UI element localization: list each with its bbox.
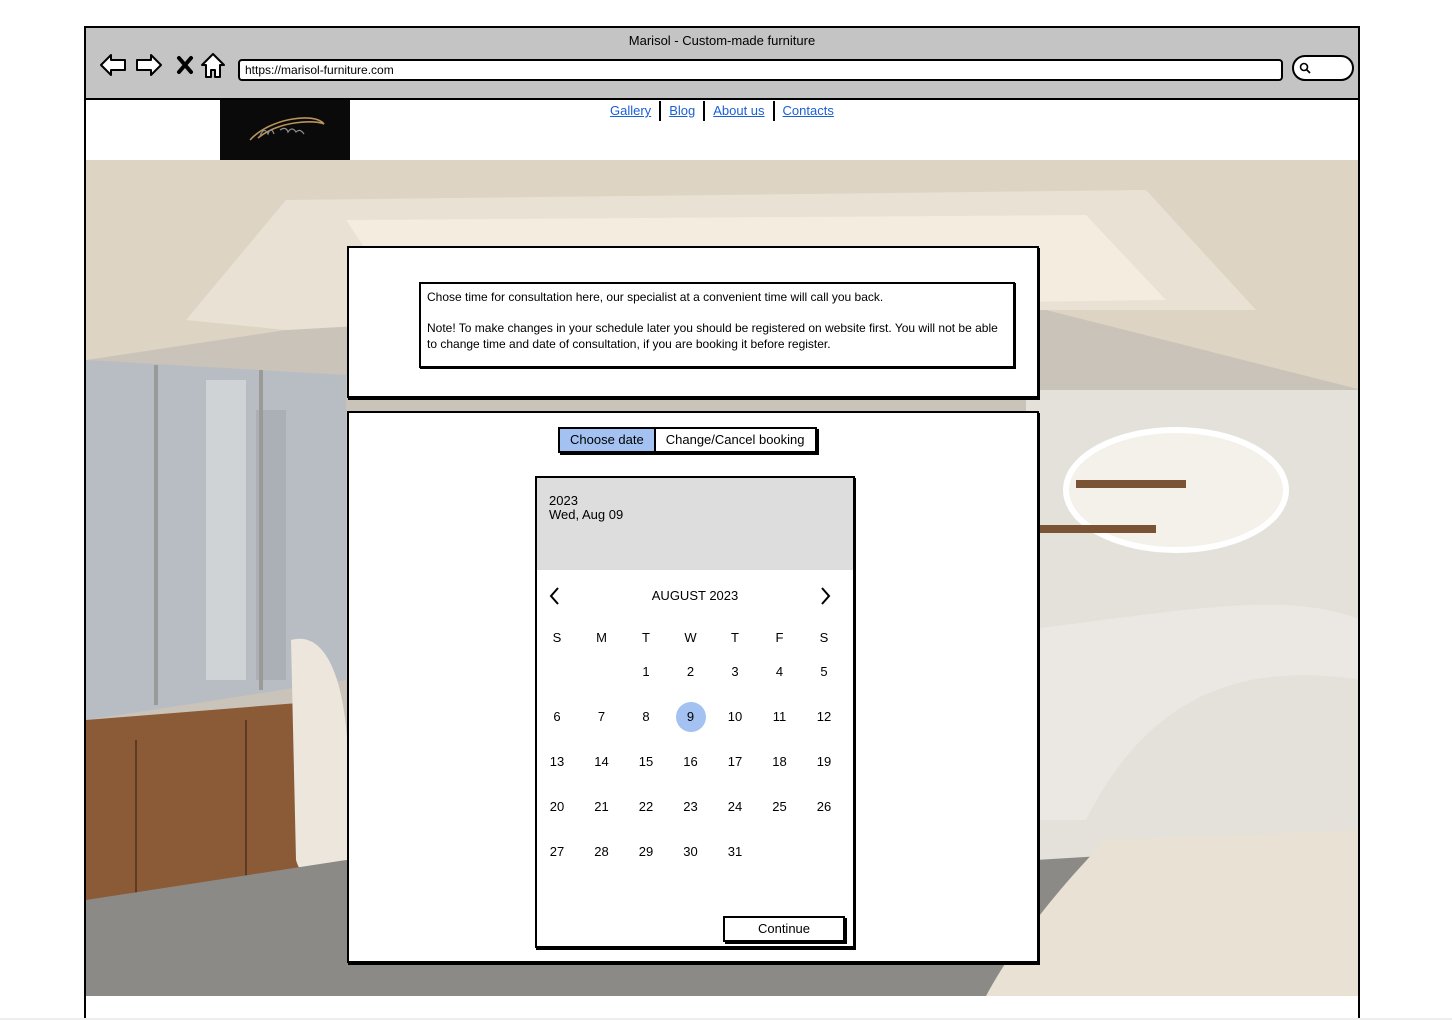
weekday-header: M — [596, 630, 607, 645]
weekday-header: S — [819, 630, 829, 645]
calendar-day[interactable]: 14 — [587, 747, 617, 777]
calendar-day[interactable]: 23 — [676, 792, 706, 822]
calendar-day[interactable]: 22 — [631, 792, 661, 822]
site-header: Gallery Blog About us Contacts — [86, 100, 1358, 160]
calendar-day[interactable]: 15 — [631, 747, 661, 777]
booking-tabs: Choose date Change/Cancel booking — [558, 427, 817, 453]
calendar-day[interactable]: 2 — [676, 657, 706, 687]
calendar-day[interactable]: 20 — [542, 792, 572, 822]
calendar-day[interactable]: 17 — [720, 747, 750, 777]
booking-panel: Choose date Change/Cancel booking 2023 W… — [347, 411, 1039, 963]
date-picker-header: 2023 Wed, Aug 09 — [537, 478, 853, 570]
calendar-day[interactable]: 19 — [809, 747, 839, 777]
calendar-day[interactable]: 24 — [720, 792, 750, 822]
hero-section: Chose time for consultation here, our sp… — [86, 160, 1358, 996]
calendar-day-selected[interactable]: 9 — [675, 702, 706, 732]
weekday-header: S — [552, 630, 562, 645]
consultation-note: Chose time for consultation here, our sp… — [419, 282, 1015, 368]
selected-year: 2023 — [549, 493, 578, 508]
search-icon — [1299, 62, 1311, 74]
info-note-text: Note! To make changes in your schedule l… — [427, 321, 998, 351]
tab-choose-date[interactable]: Choose date — [560, 429, 656, 451]
home-icon[interactable] — [198, 50, 228, 80]
calendar-day[interactable]: 11 — [765, 702, 795, 732]
calendar-day[interactable]: 1 — [631, 657, 661, 687]
calendar-day[interactable]: 8 — [631, 702, 661, 732]
tab-change-cancel-booking[interactable]: Change/Cancel booking — [656, 429, 815, 451]
menu-blog-link[interactable]: Blog — [661, 101, 706, 121]
forward-arrow-icon[interactable] — [134, 50, 164, 80]
calendar-day[interactable]: 13 — [542, 747, 572, 777]
chevron-right-icon[interactable] — [815, 584, 835, 608]
marisol-logo-icon[interactable] — [220, 100, 350, 160]
calendar-day[interactable]: 3 — [720, 657, 750, 687]
calendar-day[interactable]: 10 — [720, 702, 750, 732]
weekday-header: T — [731, 630, 739, 645]
calendar-day[interactable]: 26 — [809, 792, 839, 822]
calendar-day[interactable]: 18 — [765, 747, 795, 777]
calendar-day[interactable]: 31 — [720, 837, 750, 867]
back-arrow-icon[interactable] — [98, 50, 128, 80]
weekday-header: T — [642, 630, 650, 645]
menu-contacts-link[interactable]: Contacts — [775, 101, 842, 121]
calendar-day[interactable]: 5 — [809, 657, 839, 687]
calendar-day[interactable]: 16 — [676, 747, 706, 777]
calendar-day[interactable]: 12 — [809, 702, 839, 732]
selected-date: Wed, Aug 09 — [549, 507, 624, 522]
calendar-day[interactable]: 25 — [765, 792, 795, 822]
calendar-day[interactable]: 29 — [631, 837, 661, 867]
site-menu: Gallery Blog About us Contacts — [602, 100, 842, 122]
month-label: AUGUST 2023 — [651, 588, 739, 603]
info-panel: Chose time for consultation here, our sp… — [347, 246, 1039, 398]
window-title: Marisol - Custom-made furniture — [628, 33, 816, 48]
browser-window: Marisol - Custom-made furniture https://… — [84, 26, 1360, 1020]
menu-gallery-link[interactable]: Gallery — [602, 101, 662, 121]
month-navigation: AUGUST 2023 — [537, 584, 853, 608]
browser-chrome: Marisol - Custom-made furniture https://… — [86, 28, 1358, 100]
info-intro-text: Chose time for consultation here, our sp… — [427, 290, 884, 304]
date-picker: 2023 Wed, Aug 09 AUGUST 2023 SMTWTFS1234… — [535, 476, 855, 948]
weekday-header: F — [775, 630, 784, 645]
calendar-day[interactable]: 21 — [587, 792, 617, 822]
address-bar[interactable]: https://marisol-furniture.com — [238, 59, 1283, 81]
calendar-day[interactable]: 7 — [587, 702, 617, 732]
calendar-day[interactable]: 4 — [765, 657, 795, 687]
calendar-day[interactable]: 28 — [587, 837, 617, 867]
calendar-day[interactable]: 30 — [676, 837, 706, 867]
continue-button[interactable]: Continue — [723, 916, 845, 942]
menu-about-link[interactable]: About us — [705, 101, 775, 121]
weekday-header: W — [684, 630, 697, 645]
browser-search-box[interactable] — [1292, 55, 1354, 81]
calendar-day[interactable]: 27 — [542, 837, 572, 867]
calendar-day[interactable]: 6 — [542, 702, 572, 732]
close-x-icon[interactable] — [170, 50, 200, 80]
